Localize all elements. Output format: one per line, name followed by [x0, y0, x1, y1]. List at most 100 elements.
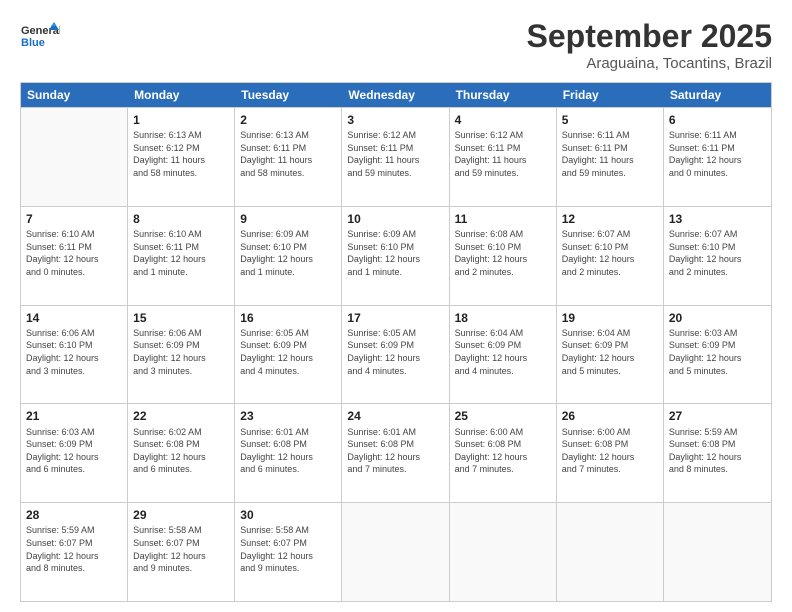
- cal-cell-1-1: 8Sunrise: 6:10 AM Sunset: 6:11 PM Daylig…: [128, 207, 235, 305]
- day-info: Sunrise: 6:01 AM Sunset: 6:08 PM Dayligh…: [240, 426, 336, 476]
- day-number: 23: [240, 408, 336, 424]
- day-number: 19: [562, 310, 658, 326]
- location-subtitle: Araguaina, Tocantins, Brazil: [527, 55, 772, 72]
- cal-cell-1-3: 10Sunrise: 6:09 AM Sunset: 6:10 PM Dayli…: [342, 207, 449, 305]
- cal-cell-0-4: 4Sunrise: 6:12 AM Sunset: 6:11 PM Daylig…: [450, 108, 557, 206]
- cal-cell-2-5: 19Sunrise: 6:04 AM Sunset: 6:09 PM Dayli…: [557, 306, 664, 404]
- cal-cell-2-2: 16Sunrise: 6:05 AM Sunset: 6:09 PM Dayli…: [235, 306, 342, 404]
- day-info: Sunrise: 6:04 AM Sunset: 6:09 PM Dayligh…: [455, 327, 551, 377]
- day-number: 10: [347, 211, 443, 227]
- cal-header-sunday: Sunday: [21, 83, 128, 107]
- cal-cell-3-0: 21 Sunrise: 6:03 AM Sunset: 6:09 PM Dayli…: [21, 404, 128, 502]
- day-info: Sunrise: 6:12 AM Sunset: 6:11 PM Dayligh…: [455, 129, 551, 179]
- cal-cell-2-4: 18Sunrise: 6:04 AM Sunset: 6:09 PM Dayli…: [450, 306, 557, 404]
- day-number: 21: [26, 408, 122, 424]
- day-number: 16: [240, 310, 336, 326]
- day-number: 24: [347, 408, 443, 424]
- cal-week-2: 14Sunrise: 6:06 AM Sunset: 6:10 PM Dayli…: [21, 305, 771, 404]
- cal-cell-4-1: 29Sunrise: 5:58 AM Sunset: 6:07 PM Dayli…: [128, 503, 235, 601]
- day-number: 5: [562, 112, 658, 128]
- day-info: Sunrise: 6:03 AM Sunset: 6:09 PM Dayligh…: [669, 327, 766, 377]
- cal-week-3: 21 Sunrise: 6:03 AM Sunset: 6:09 PM Dayli…: [21, 403, 771, 502]
- day-info: Sunrise: 6:10 AM Sunset: 6:11 PM Dayligh…: [26, 228, 122, 278]
- day-info: Sunrise: 5:59 AM Sunset: 6:08 PM Dayligh…: [669, 426, 766, 476]
- day-info: Sunrise: 6:07 AM Sunset: 6:10 PM Dayligh…: [669, 228, 766, 278]
- cal-header-friday: Friday: [557, 83, 664, 107]
- logo-svg: General Blue: [20, 18, 60, 54]
- cal-cell-1-0: 7Sunrise: 6:10 AM Sunset: 6:11 PM Daylig…: [21, 207, 128, 305]
- day-number: 11: [455, 211, 551, 227]
- day-info: Sunrise: 6:06 AM Sunset: 6:10 PM Dayligh…: [26, 327, 122, 377]
- day-number: 4: [455, 112, 551, 128]
- day-number: 12: [562, 211, 658, 227]
- calendar-body: 1Sunrise: 6:13 AM Sunset: 6:12 PM Daylig…: [21, 107, 771, 601]
- day-info: Sunrise: 6:12 AM Sunset: 6:11 PM Dayligh…: [347, 129, 443, 179]
- day-number: 20: [669, 310, 766, 326]
- day-info: Sunrise: 6:03 AM Sunset: 6:09 PM Dayligh…: [26, 426, 122, 476]
- day-info: Sunrise: 5:58 AM Sunset: 6:07 PM Dayligh…: [240, 524, 336, 574]
- day-info: Sunrise: 6:01 AM Sunset: 6:08 PM Dayligh…: [347, 426, 443, 476]
- cal-cell-1-2: 9Sunrise: 6:09 AM Sunset: 6:10 PM Daylig…: [235, 207, 342, 305]
- day-number: 15: [133, 310, 229, 326]
- cal-header-tuesday: Tuesday: [235, 83, 342, 107]
- day-info: Sunrise: 6:05 AM Sunset: 6:09 PM Dayligh…: [347, 327, 443, 377]
- day-number: 7: [26, 211, 122, 227]
- cal-header-monday: Monday: [128, 83, 235, 107]
- cal-cell-2-0: 14Sunrise: 6:06 AM Sunset: 6:10 PM Dayli…: [21, 306, 128, 404]
- cal-cell-0-3: 3Sunrise: 6:12 AM Sunset: 6:11 PM Daylig…: [342, 108, 449, 206]
- calendar: SundayMondayTuesdayWednesdayThursdayFrid…: [20, 82, 772, 602]
- day-info: Sunrise: 6:09 AM Sunset: 6:10 PM Dayligh…: [240, 228, 336, 278]
- cal-cell-0-0: [21, 108, 128, 206]
- day-info: Sunrise: 6:04 AM Sunset: 6:09 PM Dayligh…: [562, 327, 658, 377]
- cal-cell-2-1: 15Sunrise: 6:06 AM Sunset: 6:09 PM Dayli…: [128, 306, 235, 404]
- cal-cell-4-2: 30Sunrise: 5:58 AM Sunset: 6:07 PM Dayli…: [235, 503, 342, 601]
- day-info: Sunrise: 6:11 AM Sunset: 6:11 PM Dayligh…: [669, 129, 766, 179]
- cal-header-saturday: Saturday: [664, 83, 771, 107]
- day-info: Sunrise: 6:05 AM Sunset: 6:09 PM Dayligh…: [240, 327, 336, 377]
- day-info: Sunrise: 6:02 AM Sunset: 6:08 PM Dayligh…: [133, 426, 229, 476]
- month-title: September 2025: [527, 18, 772, 55]
- cal-cell-3-1: 22Sunrise: 6:02 AM Sunset: 6:08 PM Dayli…: [128, 404, 235, 502]
- page: General Blue September 2025 Araguaina, T…: [0, 0, 792, 612]
- day-info: Sunrise: 6:11 AM Sunset: 6:11 PM Dayligh…: [562, 129, 658, 179]
- day-info: Sunrise: 6:06 AM Sunset: 6:09 PM Dayligh…: [133, 327, 229, 377]
- day-info: Sunrise: 6:08 AM Sunset: 6:10 PM Dayligh…: [455, 228, 551, 278]
- cal-cell-3-2: 23 Sunrise: 6:01 AM Sunset: 6:08 PM Dayli…: [235, 404, 342, 502]
- day-number: 18: [455, 310, 551, 326]
- day-info: Sunrise: 5:59 AM Sunset: 6:07 PM Dayligh…: [26, 524, 122, 574]
- cal-cell-3-3: 24 Sunrise: 6:01 AM Sunset: 6:08 PM Dayli…: [342, 404, 449, 502]
- cal-cell-0-1: 1Sunrise: 6:13 AM Sunset: 6:12 PM Daylig…: [128, 108, 235, 206]
- cal-cell-4-3: [342, 503, 449, 601]
- cal-cell-4-5: [557, 503, 664, 601]
- day-number: 29: [133, 507, 229, 523]
- day-number: 2: [240, 112, 336, 128]
- day-info: Sunrise: 6:07 AM Sunset: 6:10 PM Dayligh…: [562, 228, 658, 278]
- cal-cell-0-5: 5Sunrise: 6:11 AM Sunset: 6:11 PM Daylig…: [557, 108, 664, 206]
- cal-cell-1-4: 11Sunrise: 6:08 AM Sunset: 6:10 PM Dayli…: [450, 207, 557, 305]
- day-number: 13: [669, 211, 766, 227]
- day-number: 8: [133, 211, 229, 227]
- cal-cell-4-4: [450, 503, 557, 601]
- day-info: Sunrise: 5:58 AM Sunset: 6:07 PM Dayligh…: [133, 524, 229, 574]
- day-info: Sunrise: 6:10 AM Sunset: 6:11 PM Dayligh…: [133, 228, 229, 278]
- day-number: 9: [240, 211, 336, 227]
- cal-week-0: 1Sunrise: 6:13 AM Sunset: 6:12 PM Daylig…: [21, 107, 771, 206]
- cal-cell-2-6: 20Sunrise: 6:03 AM Sunset: 6:09 PM Dayli…: [664, 306, 771, 404]
- cal-cell-3-5: 26 Sunrise: 6:00 AM Sunset: 6:08 PM Dayli…: [557, 404, 664, 502]
- cal-header-wednesday: Wednesday: [342, 83, 449, 107]
- cal-cell-1-5: 12Sunrise: 6:07 AM Sunset: 6:10 PM Dayli…: [557, 207, 664, 305]
- day-number: 30: [240, 507, 336, 523]
- title-block: September 2025 Araguaina, Tocantins, Bra…: [527, 18, 772, 72]
- day-number: 14: [26, 310, 122, 326]
- day-info: Sunrise: 6:13 AM Sunset: 6:12 PM Dayligh…: [133, 129, 229, 179]
- cal-week-4: 28Sunrise: 5:59 AM Sunset: 6:07 PM Dayli…: [21, 502, 771, 601]
- day-number: 1: [133, 112, 229, 128]
- cal-cell-0-6: 6Sunrise: 6:11 AM Sunset: 6:11 PM Daylig…: [664, 108, 771, 206]
- day-number: 3: [347, 112, 443, 128]
- day-number: 26: [562, 408, 658, 424]
- day-info: Sunrise: 6:00 AM Sunset: 6:08 PM Dayligh…: [562, 426, 658, 476]
- day-number: 27: [669, 408, 766, 424]
- day-info: Sunrise: 6:13 AM Sunset: 6:11 PM Dayligh…: [240, 129, 336, 179]
- logo: General Blue: [20, 18, 60, 54]
- cal-header-thursday: Thursday: [450, 83, 557, 107]
